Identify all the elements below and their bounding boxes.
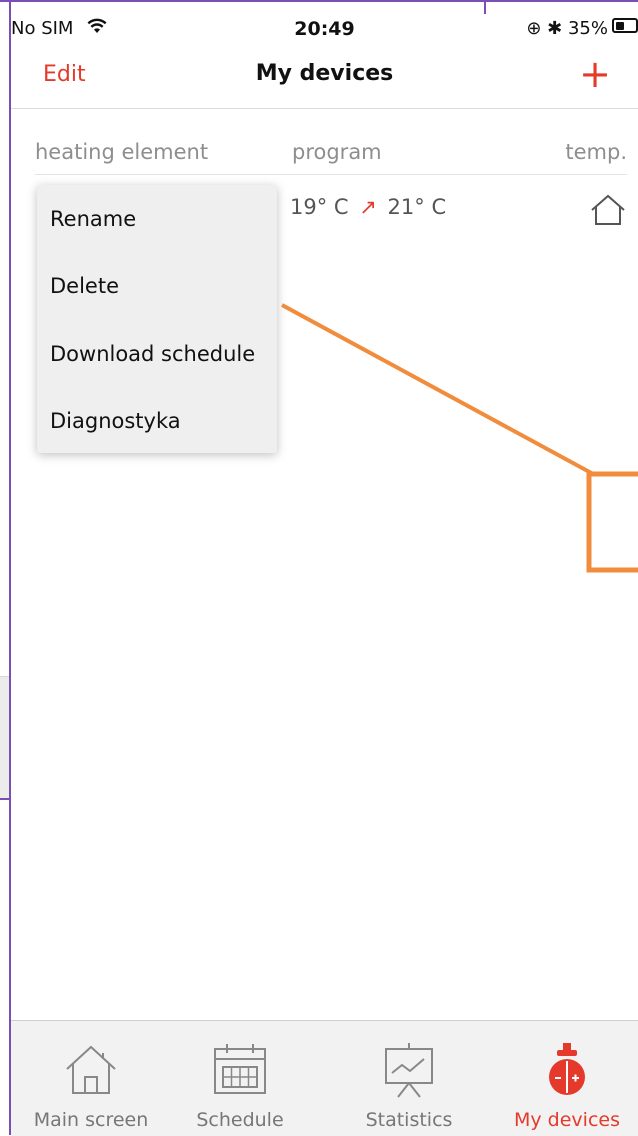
program-range: 19° C ↗ 21° C — [290, 195, 446, 219]
tab-label: Main screen — [33, 1109, 149, 1131]
status-bar: No SIM 20:49 ⊕ ✱ 35% — [11, 6, 638, 46]
annotation-connector-line — [281, 303, 596, 477]
arrow-up-right-icon: ↗ — [359, 195, 377, 219]
background-panel-edge — [0, 676, 9, 799]
status-right-group: ⊕ ✱ 35% — [526, 18, 608, 39]
menu-item-delete[interactable]: Delete — [50, 274, 119, 298]
tab-bar: Main screen Schedule Statistics My devic… — [11, 1020, 638, 1136]
heater-device-icon — [549, 1043, 585, 1095]
tab-label: My devices — [514, 1109, 620, 1131]
menu-item-rename[interactable]: Rename — [50, 207, 136, 231]
frame-top-border — [0, 0, 638, 2]
menu-item-diagnostics[interactable]: Diagnostyka — [50, 409, 181, 433]
program-to-temp: 21° C — [387, 195, 447, 219]
menu-item-download-schedule[interactable]: Download schedule — [50, 342, 255, 366]
battery-icon — [612, 18, 638, 33]
tab-schedule[interactable]: Schedule — [165, 1021, 315, 1136]
frame-left-stub — [0, 798, 10, 800]
chart-board-icon — [385, 1043, 433, 1098]
context-menu: Rename Delete Download schedule Diagnost… — [37, 185, 277, 453]
home-outline-icon[interactable] — [589, 193, 627, 227]
bluetooth-icon: ✱ — [547, 18, 563, 39]
tab-label: Schedule — [196, 1109, 284, 1131]
tab-main-screen[interactable]: Main screen — [16, 1021, 166, 1136]
battery-percent: 35% — [567, 18, 608, 39]
annotation-highlight-box — [586, 471, 638, 573]
frame-left-border — [9, 0, 11, 1135]
table-header: heating element program temp. — [35, 140, 627, 175]
calendar-icon — [214, 1044, 266, 1094]
column-header-heating-element: heating element — [35, 140, 209, 164]
tab-label: Statistics — [365, 1109, 453, 1131]
tab-statistics[interactable]: Statistics — [334, 1021, 484, 1136]
orientation-lock-icon: ⊕ — [526, 18, 542, 39]
home-icon — [66, 1045, 116, 1094]
page-title: My devices — [255, 61, 394, 86]
add-device-button[interactable]: + — [579, 55, 611, 93]
column-header-temp: temp. — [565, 140, 627, 164]
column-header-program: program — [292, 140, 382, 164]
tab-my-devices[interactable]: My devices — [492, 1021, 638, 1136]
navigation-bar: Edit My devices + — [11, 46, 638, 109]
program-from-temp: 19° C — [290, 195, 349, 219]
